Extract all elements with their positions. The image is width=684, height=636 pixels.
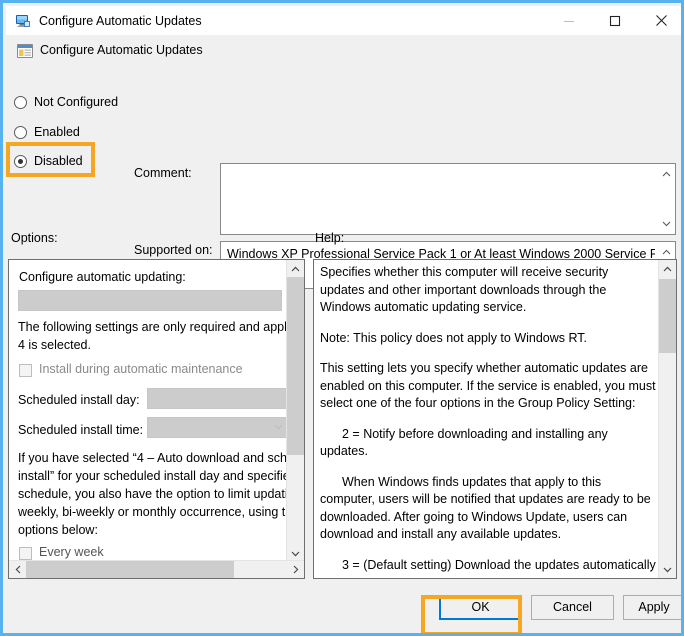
supported-on-label: Supported on:: [134, 243, 213, 257]
close-button[interactable]: [638, 6, 684, 35]
options-note-line1: The following settings are only required…: [18, 318, 288, 336]
ok-button[interactable]: OK: [439, 595, 522, 620]
title-bar: Configure Automatic Updates: [6, 6, 684, 35]
scheduled-install-day-combobox[interactable]: [147, 388, 288, 409]
every-week-checkbox[interactable]: [19, 547, 32, 560]
help-paragraph: 2 = Notify before downloading and instal…: [320, 426, 656, 461]
minimize-button[interactable]: [546, 6, 592, 35]
apply-button[interactable]: Apply: [623, 595, 684, 620]
chevron-down-icon[interactable]: [658, 216, 675, 232]
radio-not-configured-label: Not Configured: [34, 95, 118, 109]
radio-disabled-label: Disabled: [34, 154, 83, 168]
limit-updating-line-4: weekly, bi-weekly or monthly occurrence,…: [18, 503, 288, 521]
options-vertical-scrollbar[interactable]: [286, 260, 304, 562]
radio-enabled-label: Enabled: [34, 125, 80, 139]
scheduled-install-day-label: Scheduled install day:: [18, 391, 140, 409]
policy-setting-icon: [16, 42, 34, 60]
help-content: Specifies whether this computer will rec…: [320, 264, 656, 576]
radio-enabled-mark: [14, 126, 27, 139]
policy-state-section: Not Configured Enabled Disabled Comment:…: [6, 78, 684, 222]
scroll-up-icon[interactable]: [659, 260, 676, 277]
help-scroll-thumb[interactable]: [659, 279, 676, 353]
comment-input[interactable]: [220, 163, 676, 235]
comment-label: Comment:: [134, 166, 192, 180]
cancel-button[interactable]: Cancel: [531, 595, 614, 620]
maximize-button[interactable]: [592, 6, 638, 35]
limit-updating-line-3: schedule, you also have the option to li…: [18, 485, 288, 503]
radio-enabled[interactable]: Enabled: [14, 122, 80, 142]
scroll-down-icon[interactable]: [659, 561, 676, 578]
scheduled-install-time-combobox[interactable]: [147, 417, 288, 438]
help-paragraph: Note: This policy does not apply to Wind…: [320, 330, 656, 348]
policy-title: Configure Automatic Updates: [40, 43, 203, 57]
options-heading: Options:: [11, 231, 58, 245]
options-content: Configure automatic updating: The follow…: [9, 260, 288, 562]
options-panel: Configure automatic updating: The follow…: [8, 259, 305, 579]
every-week-label: Every week: [39, 545, 104, 559]
scroll-left-icon[interactable]: [9, 561, 26, 578]
scheduled-install-time-label: Scheduled install time:: [18, 421, 143, 439]
policy-header: Configure Automatic Updates Previous Set…: [6, 35, 684, 78]
install-maintenance-label: Install during automatic maintenance: [39, 362, 243, 376]
install-maintenance-checkbox[interactable]: [19, 364, 32, 377]
options-scroll-thumb[interactable]: [287, 277, 304, 455]
limit-updating-line-1: If you have selected “4 – Auto download …: [18, 449, 288, 467]
options-note-line2: 4 is selected.: [18, 336, 91, 354]
scroll-right-icon[interactable]: [287, 561, 304, 578]
limit-updating-line-5: options below:: [18, 521, 98, 539]
configure-automatic-updates-dialog: Configure Automatic Updates: [0, 0, 684, 636]
radio-disabled-mark: [14, 155, 27, 168]
window-title: Configure Automatic Updates: [39, 14, 546, 28]
radio-not-configured-mark: [14, 96, 27, 109]
configure-updating-label: Configure automatic updating:: [19, 268, 186, 286]
help-heading: Help:: [315, 231, 344, 245]
chevron-up-icon[interactable]: [658, 166, 675, 182]
options-horizontal-scrollbar[interactable]: [9, 560, 304, 578]
scroll-up-icon[interactable]: [287, 260, 304, 277]
configure-updating-combobox[interactable]: [18, 290, 282, 311]
help-paragraph: This setting lets you specify whether au…: [320, 360, 656, 413]
chevron-down-icon: [274, 424, 283, 430]
help-paragraph: 3 = (Default setting) Download the updat…: [320, 557, 656, 577]
help-paragraph: When Windows finds updates that apply to…: [320, 474, 656, 544]
help-panel: Specifies whether this computer will rec…: [313, 259, 677, 579]
help-vertical-scrollbar[interactable]: [658, 260, 676, 578]
limit-updating-line-2: install” for your scheduled install day …: [18, 467, 288, 485]
radio-disabled[interactable]: Disabled: [14, 151, 83, 171]
dialog-footer: OK Cancel Apply: [6, 583, 684, 630]
help-paragraph: Specifies whether this computer will rec…: [320, 264, 656, 317]
computer-policy-icon: [15, 13, 31, 29]
radio-not-configured[interactable]: Not Configured: [14, 92, 118, 112]
chevron-up-icon[interactable]: [658, 244, 675, 260]
options-hscroll-thumb[interactable]: [26, 561, 234, 578]
comment-scrollbar[interactable]: [658, 164, 675, 234]
